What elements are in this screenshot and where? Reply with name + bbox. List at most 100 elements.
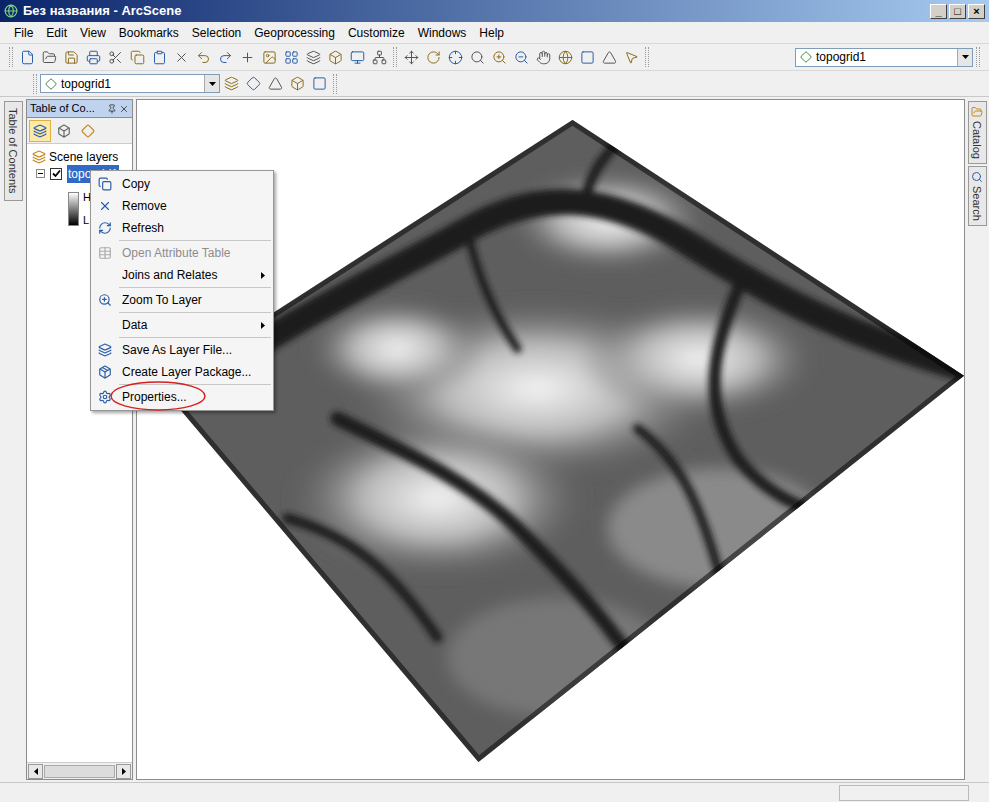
dropdown-arrow[interactable] <box>957 49 972 66</box>
toolbar-button[interactable] <box>308 73 330 95</box>
menu-item[interactable]: Help <box>473 24 510 42</box>
toolbar-button[interactable] <box>82 46 104 68</box>
tool-icon <box>350 50 365 65</box>
toolbar-button[interactable] <box>236 46 258 68</box>
toolbar-button[interactable] <box>16 46 38 68</box>
toolbar-button[interactable] <box>422 46 444 68</box>
toolbar-button[interactable] <box>302 46 324 68</box>
toolbar-button[interactable] <box>400 46 422 68</box>
menu-item[interactable]: Windows <box>412 24 473 42</box>
toolbar-button[interactable] <box>368 46 390 68</box>
toolbar-grip[interactable] <box>645 47 649 67</box>
context-menu-item[interactable]: Zoom To Layer <box>91 289 273 311</box>
context-menu-item[interactable]: Copy <box>91 173 273 195</box>
menu-item[interactable]: Bookmarks <box>113 24 185 42</box>
toolbar-grip[interactable] <box>976 47 980 67</box>
context-menu-item[interactable]: Properties... <box>91 386 273 408</box>
menu-item[interactable]: File <box>8 24 39 42</box>
pin-icon[interactable] <box>107 104 117 114</box>
menu-item[interactable]: Customize <box>342 24 411 42</box>
toolbar-button[interactable] <box>148 46 170 68</box>
context-menu-item[interactable]: Data <box>91 314 273 336</box>
side-dock-tab[interactable]: Search <box>968 166 987 226</box>
tool-icon <box>536 50 551 65</box>
database-icon <box>57 124 71 138</box>
context-menu-item[interactable]: Joins and Relates <box>91 264 273 286</box>
toolbar-button[interactable] <box>60 46 82 68</box>
scroll-left-icon[interactable] <box>34 768 38 775</box>
toolbar-button[interactable] <box>126 46 148 68</box>
toolbar-button[interactable] <box>510 46 532 68</box>
tool-icon <box>624 50 639 65</box>
menu-item[interactable]: Geoprocessing <box>248 24 341 42</box>
toolbar-grip[interactable] <box>393 47 397 67</box>
legend-ramp <box>68 192 79 226</box>
context-menu-item[interactable]: Create Layer Package... <box>91 361 273 383</box>
window-control[interactable]: □ <box>949 4 966 19</box>
toolbar-button[interactable] <box>444 46 466 68</box>
standard-toolbar: topogrid1 <box>0 44 989 71</box>
context-menu-item[interactable]: Open Attribute Table <box>91 242 273 264</box>
toolbar-grip[interactable] <box>33 74 37 94</box>
toolbar-button[interactable] <box>346 46 368 68</box>
toolbar-button[interactable] <box>598 46 620 68</box>
toolbar-button[interactable] <box>286 73 308 95</box>
window-control[interactable]: _ <box>930 4 947 19</box>
layer-checkbox[interactable] <box>50 168 62 180</box>
list-by-visibility-button[interactable] <box>77 120 99 142</box>
layer-dropdown[interactable]: topogrid1 <box>795 48 973 67</box>
toolbar-button[interactable] <box>466 46 488 68</box>
window-control[interactable]: × <box>968 4 985 19</box>
tool-icon <box>372 50 387 65</box>
title-bar[interactable]: Без названия - ArcScene_□× <box>0 0 989 22</box>
toolbar-button[interactable] <box>170 46 192 68</box>
tool-icon <box>312 76 327 91</box>
toc-scrollbar[interactable] <box>27 762 132 779</box>
dropdown-arrow[interactable] <box>204 75 219 92</box>
toolbar-button[interactable] <box>554 46 576 68</box>
list-by-source-button[interactable] <box>53 120 75 142</box>
toc-header: Table of Co... <box>27 100 132 118</box>
menu-item[interactable]: Selection <box>186 24 247 42</box>
menu-item-icon <box>98 293 112 307</box>
arrow-down-icon <box>962 55 969 59</box>
toolbar-grip[interactable] <box>333 74 337 94</box>
context-menu: CopyRemoveRefresh Open Attribute TableJoi… <box>90 170 274 411</box>
toolbar-button[interactable] <box>532 46 554 68</box>
left-dock-strip: Table of Contents <box>0 99 26 782</box>
toolbar-button[interactable] <box>258 46 280 68</box>
tool-icon <box>42 50 57 65</box>
menu-item[interactable]: Edit <box>40 24 73 42</box>
context-menu-item[interactable]: Refresh <box>91 217 273 239</box>
scroll-thumb[interactable] <box>44 765 115 778</box>
tool-icon <box>514 50 529 65</box>
side-dock-tab[interactable]: Catalog <box>968 101 987 164</box>
toolbar-button[interactable] <box>214 46 236 68</box>
toolbar-button[interactable] <box>264 73 286 95</box>
toolbar-button[interactable] <box>620 46 642 68</box>
menu-item[interactable]: View <box>74 24 112 42</box>
context-menu-item[interactable]: Remove <box>91 195 273 217</box>
toolbar-button[interactable] <box>488 46 510 68</box>
toolbar-button[interactable] <box>242 73 264 95</box>
expander[interactable] <box>36 169 45 178</box>
tree-root[interactable]: Scene layers <box>32 148 132 165</box>
scroll-right-icon[interactable] <box>122 768 126 775</box>
toolbar-button[interactable] <box>38 46 60 68</box>
tool-icon <box>196 50 211 65</box>
toolbar-button[interactable] <box>324 46 346 68</box>
layer-dropdown[interactable]: topogrid1 <box>40 74 220 93</box>
context-menu-item[interactable]: Save As Layer File... <box>91 339 273 361</box>
toc-dock-tab[interactable]: Table of Contents <box>4 101 23 201</box>
close-icon[interactable] <box>119 104 129 114</box>
menu-separator <box>119 312 271 313</box>
layer-icon <box>45 78 57 90</box>
list-by-drawing-order-button[interactable] <box>29 120 51 142</box>
toolbar-button[interactable] <box>192 46 214 68</box>
toolbar-button[interactable] <box>576 46 598 68</box>
toolbar-button[interactable] <box>104 46 126 68</box>
toolbar-grip[interactable] <box>9 47 13 67</box>
visibility-icon <box>81 124 95 138</box>
toolbar-button[interactable] <box>220 73 242 95</box>
toolbar-button[interactable] <box>280 46 302 68</box>
